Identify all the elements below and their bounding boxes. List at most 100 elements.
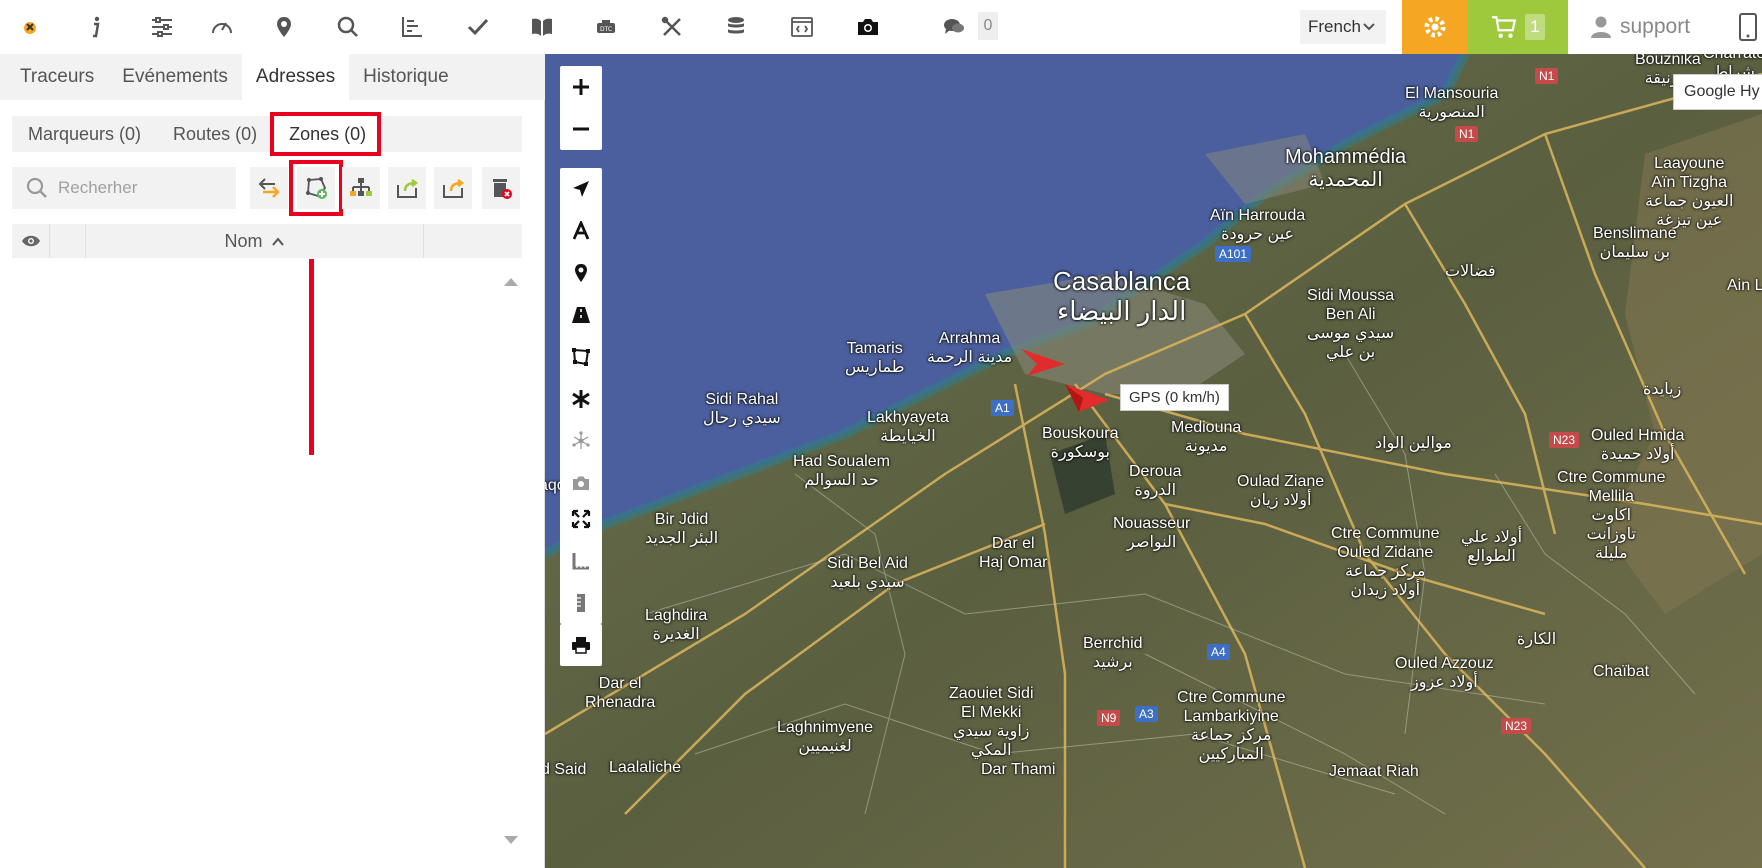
map-view[interactable]: Bouznikaبوزنيقة Charrateشراط El Mansouri… bbox=[545, 54, 1762, 868]
map-label: المكي bbox=[970, 742, 1012, 759]
language-select[interactable]: French bbox=[1300, 10, 1386, 44]
tab-marqueurs[interactable]: Marqueurs (0) bbox=[12, 116, 157, 152]
map-label: Lakhyayeta bbox=[867, 409, 949, 426]
book-icon[interactable] bbox=[522, 8, 562, 46]
name-column-header[interactable]: Nom bbox=[86, 224, 424, 258]
import-button[interactable] bbox=[388, 167, 426, 209]
tab-traceurs[interactable]: Traceurs bbox=[6, 54, 108, 100]
user-menu[interactable]: support bbox=[1578, 0, 1698, 54]
sliders-icon[interactable] bbox=[142, 8, 182, 46]
camera-icon[interactable] bbox=[848, 8, 888, 46]
tab-historique[interactable]: Historique bbox=[349, 54, 463, 100]
location-pin-icon[interactable] bbox=[264, 8, 304, 46]
vehicle-arrow-icon[interactable] bbox=[1065, 384, 1109, 418]
reload-button[interactable] bbox=[250, 167, 288, 209]
map-extra-tools bbox=[560, 498, 602, 624]
map-label: Laghdira bbox=[645, 607, 708, 624]
map-label: Mohammédia bbox=[1285, 146, 1407, 168]
code-window-icon[interactable] bbox=[782, 8, 822, 46]
markers-button[interactable] bbox=[560, 252, 602, 294]
zoom-out-button[interactable] bbox=[560, 108, 602, 150]
map-label: Dar el bbox=[598, 675, 642, 692]
print-button[interactable] bbox=[560, 624, 602, 666]
eye-icon bbox=[21, 235, 40, 247]
map-label: موالين الواد bbox=[1375, 435, 1452, 452]
map-label: أولاد زيدان bbox=[1350, 582, 1421, 599]
tab-routes[interactable]: Routes (0) bbox=[157, 116, 273, 152]
map-label: اكاوت bbox=[1591, 507, 1632, 524]
map-label: Ouled Azzouz bbox=[1395, 655, 1494, 672]
info-icon[interactable] bbox=[76, 8, 116, 46]
zoom-controls bbox=[560, 66, 602, 150]
delete-all-button[interactable] bbox=[482, 167, 520, 209]
chat-icon[interactable] bbox=[934, 8, 974, 46]
trash-icon bbox=[493, 179, 512, 199]
map-label: زاوية سيدي bbox=[952, 723, 1030, 740]
map-label: سيدي بلعيد bbox=[830, 574, 905, 591]
group-button[interactable] bbox=[342, 167, 380, 209]
expand-arrows-icon bbox=[571, 509, 591, 529]
map-label: El Mansouria bbox=[1405, 85, 1499, 102]
settings-button[interactable] bbox=[1402, 0, 1468, 54]
ruler-icon bbox=[577, 594, 585, 612]
map-label: العيون جماعة bbox=[1645, 193, 1734, 210]
map-label: Zaouiet Sidi bbox=[949, 685, 1034, 702]
name-column-label: Nom bbox=[224, 230, 263, 251]
measure-distance-button[interactable] bbox=[560, 582, 602, 624]
map-label: أولاد علي bbox=[1461, 529, 1523, 546]
points-of-interest-button[interactable] bbox=[560, 378, 602, 420]
measure-area-button[interactable] bbox=[560, 540, 602, 582]
map-label: Ctre Commune bbox=[1331, 525, 1440, 542]
map-label: Mellila bbox=[1588, 488, 1634, 505]
camera-icon bbox=[573, 476, 589, 490]
navigate-button[interactable] bbox=[560, 168, 602, 210]
routes-button[interactable] bbox=[560, 294, 602, 336]
check-icon[interactable] bbox=[458, 8, 498, 46]
cart-button[interactable]: 1 bbox=[1468, 0, 1568, 54]
search-field[interactable] bbox=[12, 167, 236, 209]
map-label: سيدي موسى bbox=[1307, 325, 1395, 342]
tab-evenements[interactable]: Evénements bbox=[108, 54, 242, 100]
map-label: Mediouna bbox=[1171, 419, 1242, 436]
tools-icon[interactable] bbox=[652, 8, 692, 46]
map-label: فضالات bbox=[1445, 263, 1496, 280]
map-label: الطوالع bbox=[1467, 548, 1516, 565]
labels-button[interactable] bbox=[560, 210, 602, 252]
map-label: البئر الجديد bbox=[645, 530, 719, 547]
search-icon[interactable] bbox=[328, 8, 368, 46]
chart-icon[interactable] bbox=[392, 8, 432, 46]
search-icon bbox=[26, 177, 47, 198]
svg-text:DTC: DTC bbox=[600, 26, 612, 33]
zoom-in-button[interactable] bbox=[560, 66, 602, 108]
search-input[interactable] bbox=[58, 178, 218, 198]
grid-header: Nom bbox=[12, 224, 522, 258]
logo-icon[interactable] bbox=[10, 8, 50, 46]
road-shield: A101 bbox=[1215, 246, 1252, 262]
gps-tooltip: GPS (0 km/h) bbox=[1120, 384, 1229, 411]
clusters-button[interactable] bbox=[560, 420, 602, 462]
mobile-phone-icon[interactable] bbox=[1734, 12, 1762, 42]
dtc-icon[interactable]: DTC bbox=[586, 8, 626, 46]
dashboard-icon[interactable] bbox=[202, 8, 242, 46]
map-label: Ouled Hmida bbox=[1591, 427, 1685, 444]
map-type-selector[interactable]: Google Hy bbox=[1673, 74, 1762, 110]
zones-button[interactable] bbox=[560, 336, 602, 378]
scroll-down-arrow[interactable] bbox=[502, 832, 520, 848]
visibility-column[interactable] bbox=[12, 224, 50, 258]
fullscreen-button[interactable] bbox=[560, 498, 602, 540]
map-tools bbox=[560, 168, 602, 546]
map-label: Deroua bbox=[1129, 463, 1182, 480]
scroll-up-arrow[interactable] bbox=[502, 274, 520, 290]
location-arrow-icon bbox=[573, 181, 589, 197]
export-button[interactable] bbox=[434, 167, 472, 209]
annotation-arrow-line bbox=[309, 259, 314, 455]
plus-icon bbox=[573, 79, 589, 95]
map-label: برشيد bbox=[1092, 654, 1133, 671]
cluster-icon bbox=[572, 431, 590, 449]
map-label: Charrate bbox=[1703, 54, 1762, 63]
map-label: الكارة bbox=[1517, 631, 1557, 648]
map-label: Bir Jdid bbox=[654, 511, 709, 528]
coins-icon[interactable] bbox=[716, 8, 756, 46]
map-label: Casablanca bbox=[1053, 266, 1191, 296]
tab-adresses[interactable]: Adresses bbox=[241, 54, 350, 100]
